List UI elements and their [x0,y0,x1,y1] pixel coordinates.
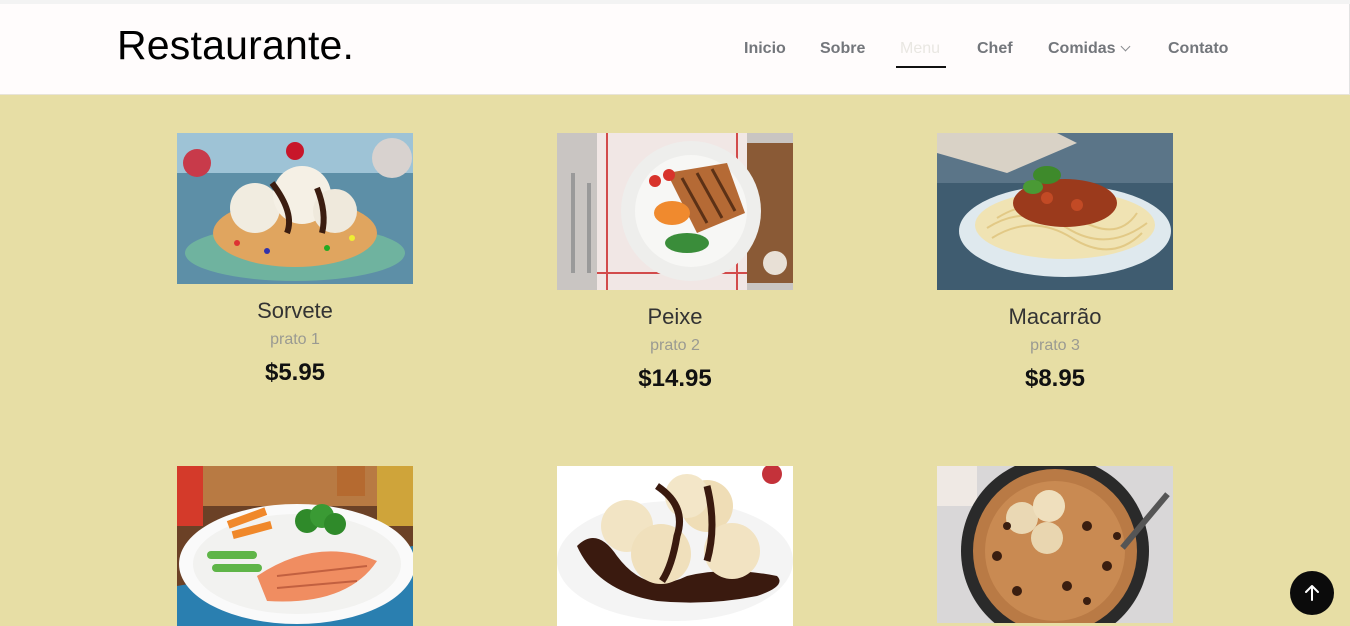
menu-card[interactable] [177,466,413,626]
menu-item-subtitle: prato 1 [270,331,320,348]
chevron-down-icon [1120,41,1131,52]
menu-item-title: Macarrão [1008,304,1102,329]
nav-item-contato[interactable]: Contato [1168,40,1228,58]
site-header: Restaurante. Inicio Sobre Menu Chef Comi… [0,4,1350,95]
menu-card[interactable] [937,466,1173,623]
menu-item-title: Sorvete [257,298,333,323]
back-to-top-button[interactable] [1290,571,1334,615]
nav-item-menu[interactable]: Menu [900,40,940,58]
spaghetti-bolognese-image [937,133,1173,290]
menu-card[interactable]: Peixe prato 2 $14.95 [557,133,793,393]
nav-item-comidas-label: Comidas [1048,40,1116,57]
ice-cream-sundae-image [177,133,413,284]
nav-item-comidas[interactable]: Comidas [1048,40,1131,58]
menu-item-price: $14.95 [638,365,712,392]
menu-item-subtitle: prato 2 [650,337,700,354]
nav-item-chef[interactable]: Chef [977,40,1013,58]
brand-logo[interactable]: Restaurante. [117,22,354,69]
menu-item-price: $5.95 [264,359,326,386]
menu-item-title: Peixe [647,304,703,329]
active-nav-underline [896,66,946,68]
salmon-with-vegetables-image [177,466,413,626]
nav-item-sobre[interactable]: Sobre [820,40,865,58]
menu-card[interactable] [557,466,793,626]
menu-card[interactable]: Sorvete prato 1 $5.95 [177,133,413,387]
menu-item-subtitle: prato 3 [1030,337,1080,354]
grilled-fish-plate-image [557,133,793,290]
menu-item-price: $8.95 [1024,365,1086,392]
skillet-cookie-image [937,466,1173,623]
nav-item-inicio[interactable]: Inicio [744,40,786,58]
menu-card[interactable]: Macarrão prato 3 $8.95 [937,133,1173,393]
profiteroles-chocolate-image [557,466,793,626]
arrow-up-icon [1305,585,1319,601]
